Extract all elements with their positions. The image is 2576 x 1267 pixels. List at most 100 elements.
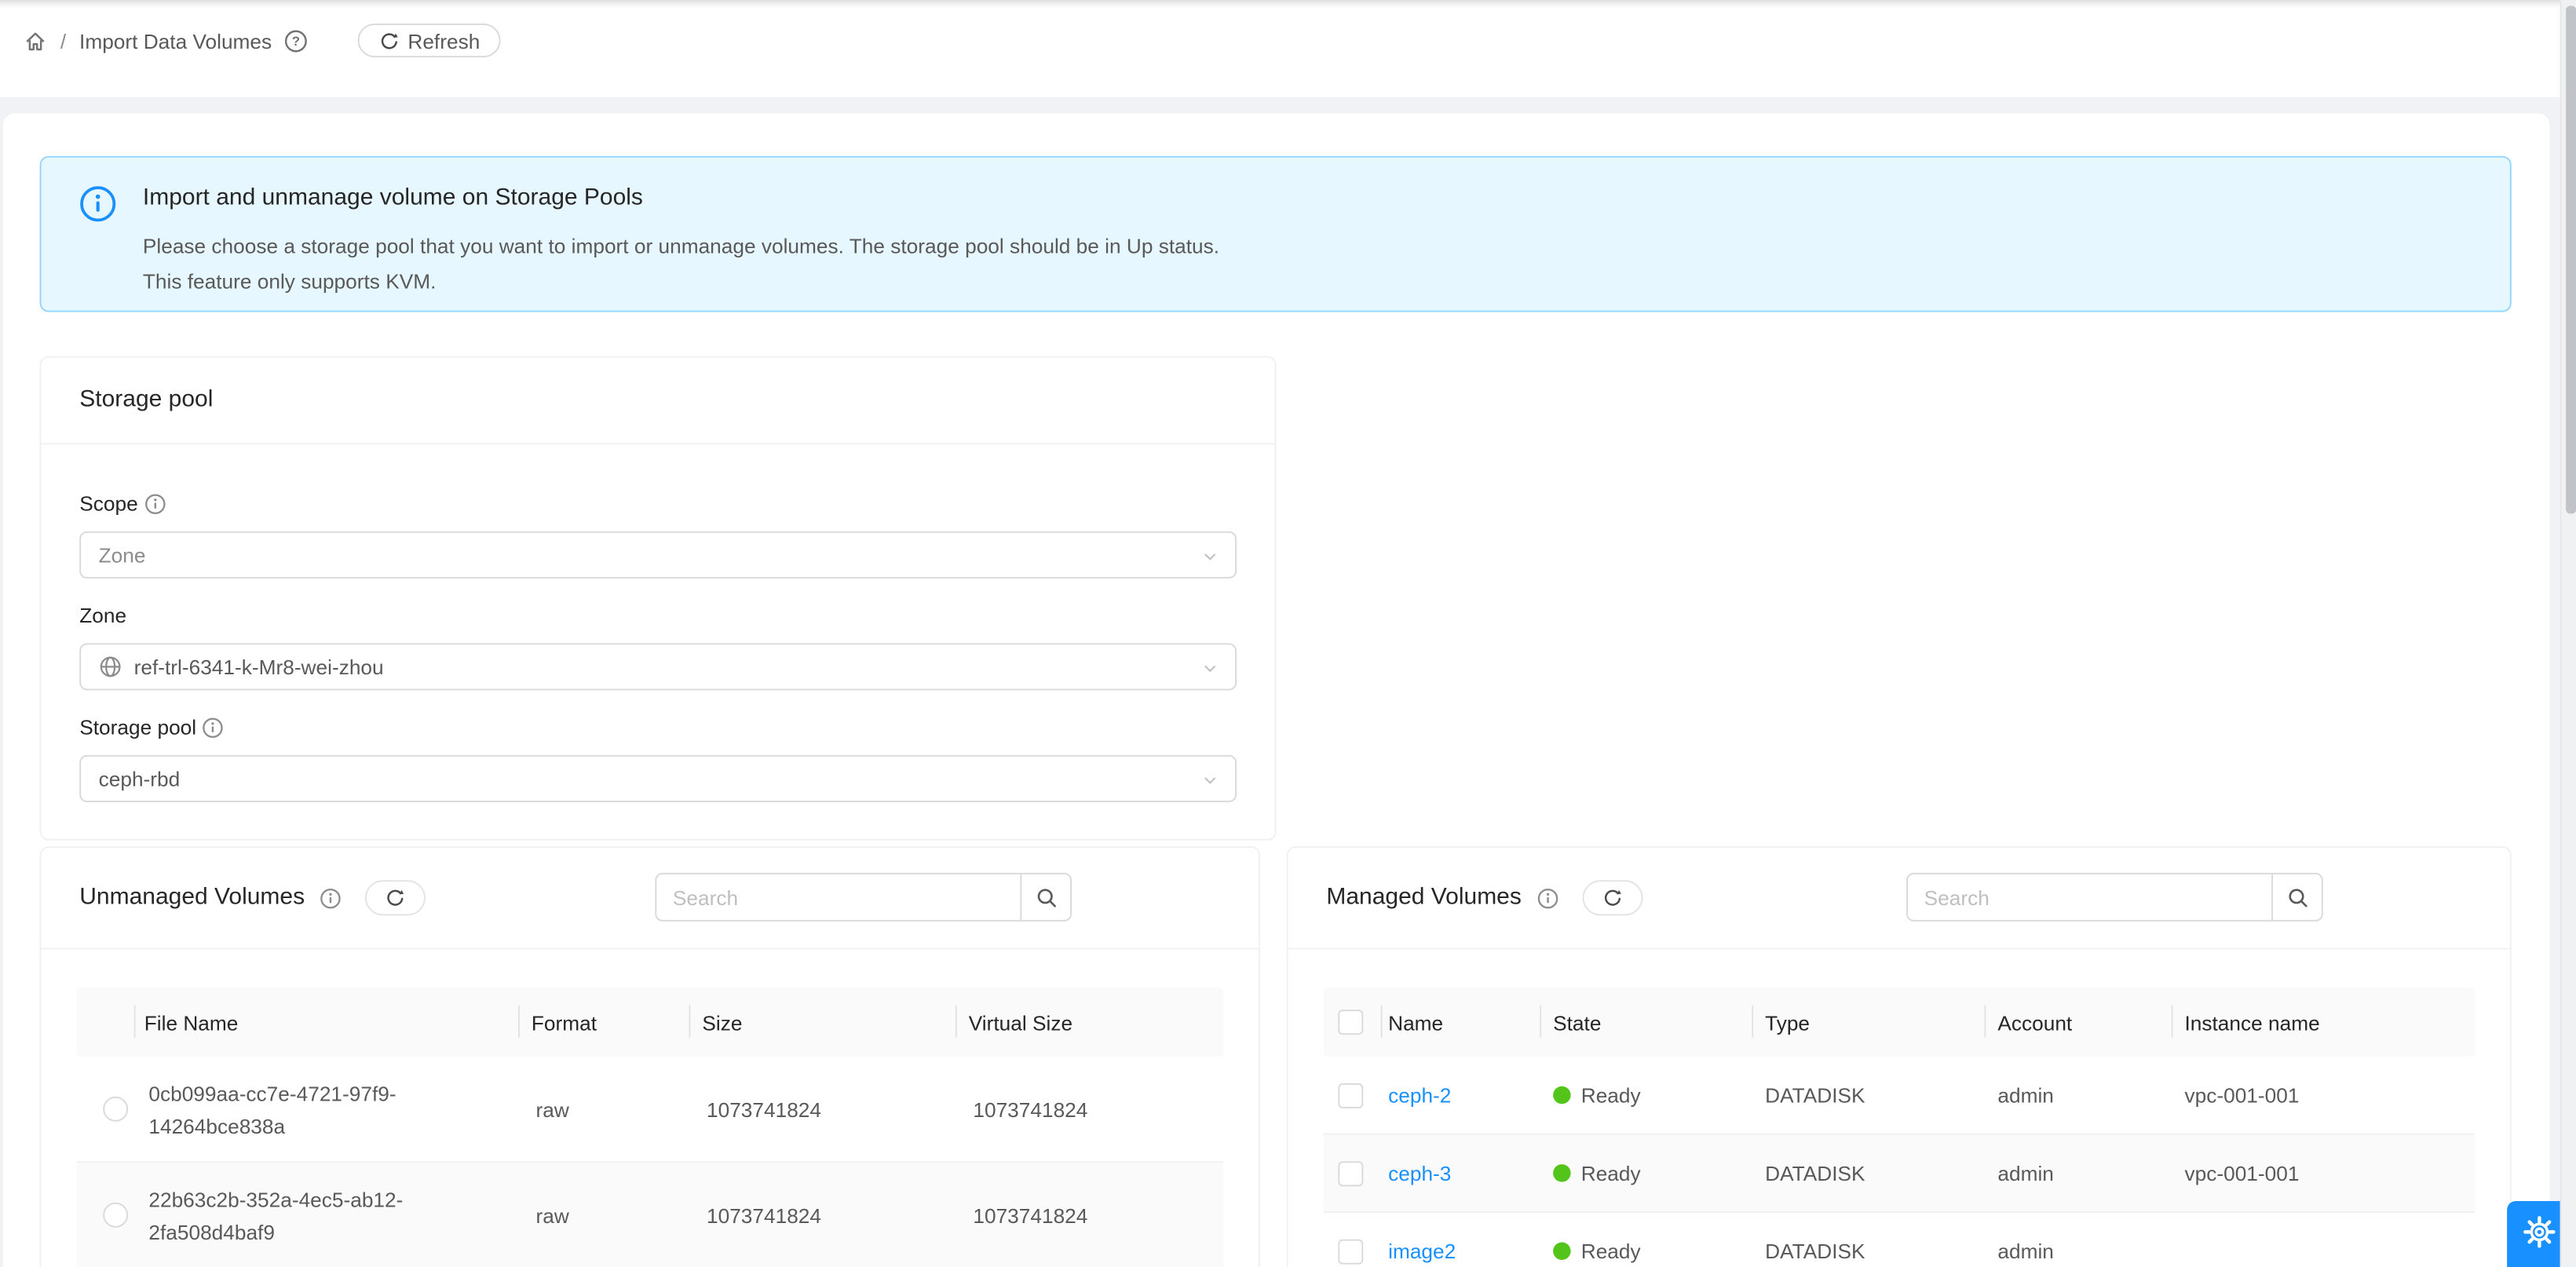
col-state: State [1541,988,1753,1057]
account-value: admin [1986,1213,2172,1267]
unmanaged-search [655,873,1072,922]
page-scrollbar[interactable] [2560,0,2576,1267]
alert-content: Import and unmanage volume on Storage Po… [143,181,1219,287]
scope-select[interactable]: Zone [79,531,1237,579]
col-virtual-size: Virtual Size [957,988,1223,1057]
radio-column-header [77,988,136,1057]
alert-line-2: This feature only supports KVM. [143,264,1219,299]
row-radio[interactable] [103,1203,128,1228]
state-value: Ready [1581,1161,1641,1185]
gear-icon [2523,1201,2555,1267]
home-icon[interactable] [24,30,47,53]
storage-pool-card: Storage pool Scope Zone Zone [40,356,1277,841]
state-value: Ready [1581,1083,1641,1107]
table-row: 22b63c2b-352a-4ec5-ab12-2fa508d4baf9 raw… [77,1163,1224,1267]
refresh-button-label: Refresh [407,29,480,53]
pool-select-value: ceph-rbd [99,767,181,791]
zone-select-value: ref-trl-6341-k-Mr8-wei-zhou [134,655,384,678]
unmanaged-refresh-button[interactable] [365,880,426,915]
breadcrumb-bar: / Import Data Volumes ? Refresh [0,0,2576,97]
volume-name-link[interactable]: ceph-3 [1388,1161,1451,1185]
type-value: DATADISK [1753,1135,1986,1212]
alert-title: Import and unmanage volume on Storage Po… [143,181,1219,217]
pool-select[interactable]: ceph-rbd [79,755,1237,802]
alert-line-1: Please choose a storage pool that you wa… [143,228,1219,264]
account-value: admin [1986,1057,2172,1134]
volume-name-link[interactable]: image2 [1388,1240,1456,1263]
ready-status-dot [1553,1243,1571,1261]
col-type: Type [1753,988,1986,1057]
breadcrumb-current: Import Data Volumes [79,30,272,53]
managed-refresh-button[interactable] [1582,880,1642,915]
unmanaged-table-header: File Name Format Size Virtual Size [77,988,1224,1057]
unmanaged-volumes-card: Unmanaged Volumes File Name [40,846,1260,1267]
managed-search [1906,873,2323,922]
globe-icon [99,655,122,678]
row-checkbox[interactable] [1338,1160,1363,1185]
managed-table-header: Name State Type Account Instance name [1324,988,2475,1057]
managed-volumes-title: Managed Volumes [1326,885,1521,911]
table-row: ceph-2 Ready DATADISK admin vpc-001-001 [1324,1057,2475,1134]
chevron-down-icon [1201,546,1219,570]
chevron-down-icon [1201,770,1219,794]
content-card: Import and unmanage volume on Storage Po… [3,113,2550,1267]
unmanaged-search-input[interactable] [656,874,1020,920]
storage-pool-form: Scope Zone Zone [42,444,1275,802]
chevron-down-icon [1201,658,1219,681]
instance-name-value: vpc-001-001 [2173,1135,2475,1212]
unmanaged-volumes-header: Unmanaged Volumes [42,848,1259,949]
type-value: DATADISK [1753,1213,1986,1267]
managed-volumes-card: Managed Volumes Name Sta [1287,846,2512,1267]
table-row: ceph-3 Ready DATADISK admin vpc-001-001 [1324,1135,2475,1213]
row-checkbox[interactable] [1338,1083,1363,1108]
ready-status-dot [1553,1164,1571,1182]
state-value: Ready [1581,1240,1641,1263]
managed-volumes-table: Name State Type Account Instance name ce… [1324,988,2475,1267]
search-icon[interactable] [1020,874,1070,920]
managed-search-input[interactable] [1908,874,2271,920]
storage-pool-card-header: Storage pool [42,358,1275,445]
size-value: 1073741824 [695,1163,961,1267]
row-checkbox[interactable] [1338,1239,1363,1264]
scope-info-icon[interactable] [144,492,166,514]
breadcrumb-separator: / [60,30,66,53]
instance-name-value: vpc-001-001 [2173,1057,2475,1134]
scope-label: Scope [79,487,1237,520]
page: / Import Data Volumes ? Refresh Import a… [0,0,2576,1267]
col-format: Format [520,988,691,1057]
row-radio[interactable] [103,1097,128,1122]
storage-pool-card-title: Storage pool [79,387,213,414]
col-file-name: File Name [136,988,520,1057]
select-all-checkbox[interactable] [1338,1010,1363,1035]
scope-select-value: Zone [99,543,146,567]
col-name: Name [1383,988,1542,1057]
format-value: raw [524,1163,696,1267]
unmanaged-volumes-title: Unmanaged Volumes [79,885,305,911]
pool-label: Storage pool [79,711,1237,743]
pool-info-icon[interactable] [203,716,225,738]
managed-volumes-header: Managed Volumes [1288,848,2510,949]
reload-icon [378,30,399,50]
unmanaged-info-icon[interactable] [320,887,342,909]
scrollbar-thumb[interactable] [2566,6,2576,514]
table-row: image2 Ready DATADISK admin [1324,1213,2475,1267]
col-instance-name: Instance name [2173,988,2475,1057]
col-size: Size [690,988,956,1057]
zone-label: Zone [79,599,1237,631]
volume-name-link[interactable]: ceph-2 [1388,1083,1451,1107]
ready-status-dot [1553,1086,1571,1105]
account-value: admin [1986,1135,2172,1212]
help-question-icon[interactable]: ? [283,30,307,53]
table-row: 0cb099aa-cc7e-4721-97f9-14264bce838a raw… [77,1057,1224,1163]
virtual-size-value: 1073741824 [961,1163,1223,1267]
breadcrumb: / Import Data Volumes ? [24,20,307,62]
alert-description: Please choose a storage pool that you wa… [143,228,1219,299]
unmanaged-volumes-table: File Name Format Size Virtual Size 0cb09… [77,988,1224,1267]
search-icon[interactable] [2271,874,2322,920]
type-value: DATADISK [1753,1057,1986,1134]
refresh-button[interactable]: Refresh [358,24,501,57]
zone-select[interactable]: ref-trl-6341-k-Mr8-wei-zhou [79,643,1237,690]
instance-name-value [2173,1213,2475,1267]
managed-info-icon[interactable] [1536,887,1558,909]
file-name: 22b63c2b-352a-4ec5-ab12-2fa508d4baf9 [148,1183,510,1248]
